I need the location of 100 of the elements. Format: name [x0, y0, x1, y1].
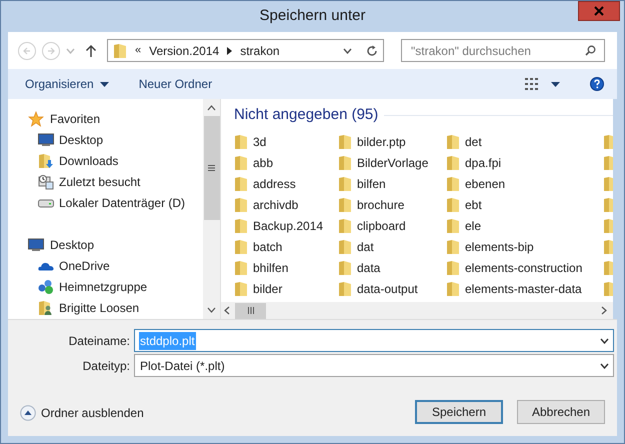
folder-item[interactable]: 3d — [234, 131, 338, 152]
left-arrow-icon — [22, 46, 32, 56]
folder-item[interactable]: bilder — [234, 278, 338, 299]
folder-item[interactable]: clipboard — [338, 215, 446, 236]
folder-icon — [446, 218, 460, 234]
organize-button[interactable]: Organisieren — [25, 75, 109, 93]
folder-item[interactable]: brochure — [338, 194, 446, 215]
folder-icon — [234, 176, 248, 192]
up-arrow-icon[interactable] — [85, 44, 97, 58]
sidebar-item[interactable]: Heimnetzgruppe — [28, 276, 203, 297]
folder-item[interactable]: dat — [338, 236, 446, 257]
help-icon[interactable] — [590, 77, 604, 91]
scroll-right-icon[interactable] — [601, 306, 607, 315]
new-folder-button[interactable]: Neuer Ordner — [138, 75, 212, 93]
address-bar[interactable]: « Version.2014 strakon — [107, 39, 384, 62]
field-label: Dateityp: — [82, 358, 131, 374]
address-overflow[interactable]: « — [135, 42, 142, 59]
field-label: Dateiname: — [68, 332, 131, 350]
sidebar-item[interactable]: Downloads — [28, 150, 203, 171]
folder-item[interactable]: BilderVorlage — [338, 152, 446, 173]
folder-item[interactable]: ele — [446, 215, 603, 236]
save-button[interactable]: Speichern — [415, 400, 503, 424]
sidebar-item[interactable]: Desktop — [28, 129, 203, 150]
sidebar-item[interactable]: Favoriten — [28, 108, 203, 129]
folder-icon — [603, 238, 613, 254]
sidebar-item[interactable]: Desktop — [28, 234, 203, 255]
folder-item[interactable]: archivdb — [234, 194, 338, 215]
folder-item[interactable]: ebt — [446, 194, 603, 215]
folder-icon — [603, 176, 613, 192]
breadcrumb-item[interactable]: Version.2014 — [149, 42, 220, 60]
history-caret-icon — [66, 48, 75, 54]
folder-icon — [446, 176, 460, 192]
folder-icon — [234, 280, 248, 296]
folder-icon — [338, 176, 352, 192]
folder-item[interactable]: ebenen — [446, 173, 603, 194]
scrollbar-thumb[interactable] — [235, 302, 266, 318]
view-options-icon[interactable] — [525, 78, 539, 90]
star-icon — [28, 110, 44, 126]
folder-item[interactable]: det — [446, 131, 603, 152]
folder-item[interactable]: elements-master-data — [446, 278, 603, 299]
scroll-down-icon[interactable] — [207, 307, 216, 313]
folder-item[interactable]: batch — [234, 236, 338, 257]
folder-icon — [338, 280, 352, 296]
sidebar-item[interactable]: OneDrive — [28, 255, 203, 276]
scrollbar-thumb[interactable] — [204, 116, 220, 220]
breadcrumb-item[interactable]: strakon — [240, 42, 280, 60]
homegroup-icon — [38, 278, 54, 294]
folder-icon — [113, 42, 127, 58]
folder-icon — [234, 154, 248, 170]
close-icon — [594, 6, 604, 16]
search-icon — [585, 45, 596, 56]
sidebar-item[interactable]: Lokaler Datenträger (D) — [28, 192, 203, 213]
recent-places-icon — [38, 174, 54, 190]
breadcrumb-arrow-icon[interactable] — [227, 46, 232, 54]
folder-item[interactable]: Backup.2014 — [234, 215, 338, 236]
folder-icon — [603, 218, 613, 234]
dropdown-caret-icon — [600, 362, 609, 368]
folder-icon — [446, 134, 460, 150]
scroll-up-icon[interactable] — [207, 105, 216, 111]
folder-icon — [234, 218, 248, 234]
folder-item[interactable]: data — [338, 257, 446, 278]
vertical-scrollbar[interactable] — [203, 99, 220, 319]
folder-icon — [234, 260, 248, 276]
folder-icon — [338, 238, 352, 254]
folder-icon — [234, 238, 248, 254]
user-folder-icon — [38, 300, 54, 316]
folder-item[interactable]: address — [234, 173, 338, 194]
folder-icon — [603, 280, 613, 296]
monitor-icon — [28, 238, 44, 252]
folder-icon — [603, 260, 613, 276]
hide-folders-button[interactable]: Ordner ausblenden — [20, 404, 144, 422]
scroll-left-icon[interactable] — [224, 306, 230, 315]
folder-item[interactable]: bilfen — [338, 173, 446, 194]
right-arrow-icon — [46, 46, 56, 56]
cancel-button[interactable]: Abbrechen — [517, 400, 605, 424]
dropdown-caret-icon — [600, 338, 609, 344]
sidebar-item[interactable]: Brigitte Loosen — [28, 297, 203, 318]
folder-icon — [446, 260, 460, 276]
folder-icon — [234, 134, 248, 150]
folder-item[interactable]: bilder.ptp — [338, 131, 446, 152]
filetype-dropdown[interactable]: Plot-Datei (*.plt) — [134, 354, 614, 377]
folder-item[interactable]: bhilfen — [234, 257, 338, 278]
folder-item[interactable]: elements-construction — [446, 257, 603, 278]
view-caret-icon[interactable] — [551, 82, 560, 86]
folder-item[interactable]: abb — [234, 152, 338, 173]
horizontal-scrollbar[interactable] — [221, 302, 613, 319]
search-field[interactable]: "strakon" durchsuchen — [401, 39, 605, 62]
folder-icon — [234, 196, 248, 212]
caret-icon — [100, 82, 109, 86]
folder-icon — [603, 134, 613, 150]
folder-icon — [338, 154, 352, 170]
folder-item[interactable]: dpa.fpi — [446, 152, 603, 173]
sidebar-item[interactable]: Zuletzt besucht — [28, 171, 203, 192]
window-title: Speichern unter — [260, 6, 366, 26]
folder-item[interactable]: elements-bip — [446, 236, 603, 257]
folder-item[interactable]: data-output — [338, 278, 446, 299]
close-button[interactable] — [578, 1, 620, 21]
refresh-icon[interactable] — [366, 44, 378, 56]
monitor-icon — [38, 132, 54, 146]
group-heading[interactable]: Nicht angegeben (95) — [234, 104, 378, 126]
